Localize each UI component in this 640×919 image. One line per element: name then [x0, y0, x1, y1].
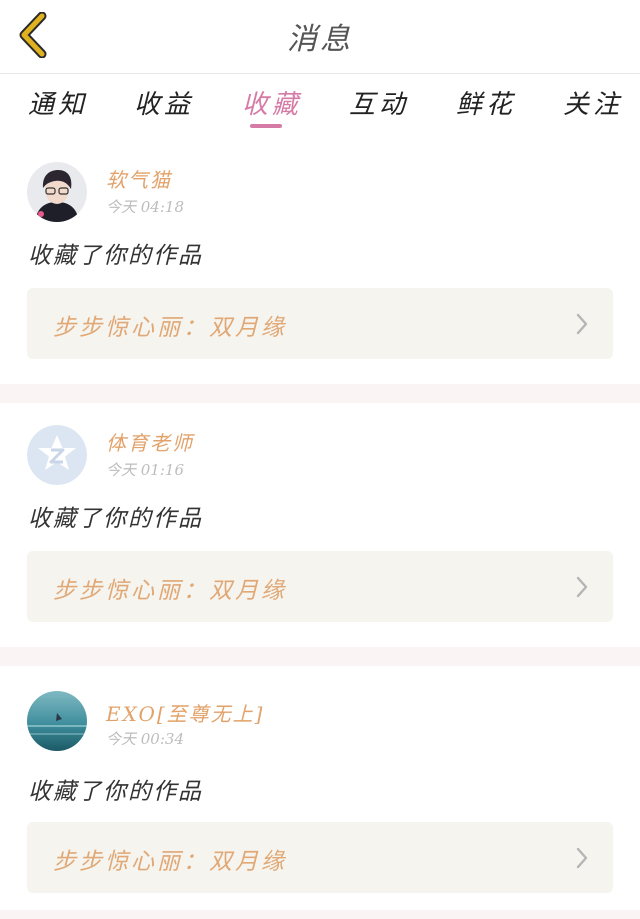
card-separator	[0, 910, 640, 919]
card-separator	[0, 384, 640, 403]
notification-card: EXO[至尊无上] 今天 00:34 收藏了你的作品 步步惊心丽：双月缘	[0, 666, 640, 910]
username[interactable]: 体育老师	[106, 427, 194, 456]
timestamp: 今天 00:34	[106, 730, 184, 748]
tab-bar: 通知 收益 收藏 互动 鲜花 关注	[0, 76, 640, 136]
tab-notifications[interactable]: 通知	[28, 84, 88, 121]
tab-follows[interactable]: 关注	[563, 84, 623, 121]
timestamp: 今天 01:16	[106, 461, 184, 479]
top-nav-bar: 消息	[0, 0, 640, 74]
chevron-right-icon	[576, 847, 588, 869]
tab-flowers[interactable]: 鲜花	[456, 84, 516, 121]
work-title: 步步惊心丽：双月缘	[53, 578, 287, 604]
action-text: 收藏了你的作品	[28, 779, 203, 805]
timestamp: 今天 04:18	[106, 198, 184, 216]
active-tab-indicator	[250, 124, 282, 128]
tab-favorites[interactable]: 收藏	[242, 84, 302, 121]
username[interactable]: 软气猫	[106, 164, 172, 193]
notification-card: 体育老师 今天 01:16 收藏了你的作品 步步惊心丽：双月缘	[0, 403, 640, 647]
username[interactable]: EXO[至尊无上]	[106, 698, 265, 727]
avatar[interactable]	[27, 425, 87, 485]
work-title: 步步惊心丽：双月缘	[53, 315, 287, 341]
work-title: 步步惊心丽：双月缘	[53, 849, 287, 875]
work-link[interactable]: 步步惊心丽：双月缘	[27, 822, 613, 893]
action-text: 收藏了你的作品	[28, 506, 203, 532]
action-text: 收藏了你的作品	[28, 243, 203, 269]
card-separator	[0, 647, 640, 666]
tab-earnings[interactable]: 收益	[134, 84, 194, 121]
chevron-right-icon	[576, 576, 588, 598]
work-link[interactable]: 步步惊心丽：双月缘	[27, 551, 613, 622]
avatar[interactable]	[27, 691, 87, 751]
work-link[interactable]: 步步惊心丽：双月缘	[27, 288, 613, 359]
notification-card: 软气猫 今天 04:18 收藏了你的作品 步步惊心丽：双月缘	[0, 140, 640, 384]
page-title: 消息	[287, 22, 353, 57]
chevron-right-icon	[576, 313, 588, 335]
tab-interactions[interactable]: 互动	[349, 84, 409, 121]
avatar[interactable]	[27, 162, 87, 222]
